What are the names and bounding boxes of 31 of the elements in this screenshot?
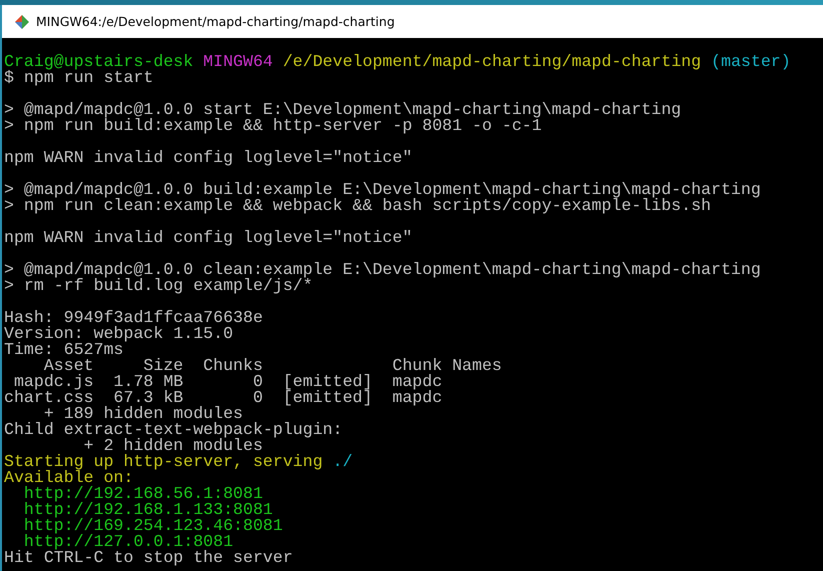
terminal-text: Time: 6527ms bbox=[4, 340, 124, 359]
terminal-text: Hash: 9949f3ad1ffcaa76638e bbox=[4, 308, 263, 327]
terminal-text: /e/Development/mapd-charting/mapd-charting bbox=[282, 52, 702, 71]
terminal-text: MINGW64 bbox=[203, 52, 274, 71]
terminal-text: Craig@upstairs-desk bbox=[4, 52, 194, 71]
terminal-text: + 2 hidden modules bbox=[84, 436, 263, 455]
terminal-text: http://192.168.56.1:8081 bbox=[22, 484, 263, 503]
terminal-text: Asset Size Chunks Chunk Names bbox=[44, 356, 502, 375]
terminal-text: > @mapd/mapdc@1.0.0 build:example E:\Development\mapd-charting\mapd-charting bbox=[4, 180, 761, 199]
terminal-text: http://169.254.123.46:8081 bbox=[22, 516, 283, 535]
window-title: MINGW64:/e/Development/mapd-charting/mapd-charting bbox=[36, 14, 395, 29]
terminal-text: npm WARN invalid config loglevel="notice" bbox=[4, 228, 412, 247]
terminal-text: $ npm run start bbox=[4, 68, 154, 87]
terminal-text: Version: webpack 1.15.0 bbox=[4, 324, 234, 343]
terminal-text: Starting up http-server, serving bbox=[4, 452, 324, 471]
terminal-text: Child extract-text-webpack-plugin: bbox=[4, 420, 343, 439]
terminal-text: > npm run clean:example && webpack && bash scripts/copy-example-libs.sh bbox=[4, 196, 712, 215]
terminal-text: > rm -rf build.log example/js/* bbox=[4, 276, 313, 295]
terminal-text: > @mapd/mapdc@1.0.0 start E:\Development\mapd-charting\mapd-charting bbox=[4, 100, 682, 119]
terminal-text: http://127.0.0.1:8081 bbox=[24, 532, 234, 551]
terminal-text: http://192.168.1.133:8081 bbox=[22, 500, 273, 519]
terminal-text: Available on: bbox=[4, 468, 134, 487]
terminal-text: + 189 hidden modules bbox=[44, 404, 243, 423]
terminal-text: Hit CTRL-C to stop the server bbox=[4, 548, 293, 567]
terminal-text: npm WARN invalid config loglevel="notice" bbox=[4, 148, 412, 167]
terminal-text: (master) bbox=[711, 52, 791, 71]
terminal-text: mapdc.js 1.78 MB 0 [emitted] mapdc bbox=[14, 372, 442, 391]
terminal-text: > @mapd/mapdc@1.0.0 clean:example E:\Development\mapd-charting\mapd-charting bbox=[4, 260, 761, 279]
terminal-text: chart.css 67.3 kB 0 [emitted] mapdc bbox=[4, 388, 442, 407]
terminal-text: > npm run build:example && http-server -p 8081 -o -c-1 bbox=[4, 116, 542, 135]
terminal-text: ./ bbox=[332, 452, 353, 471]
